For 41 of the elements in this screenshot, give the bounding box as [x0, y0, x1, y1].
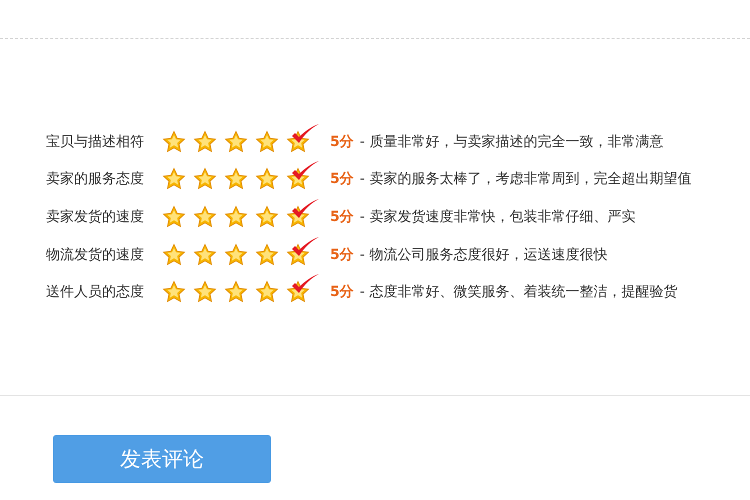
star-rating[interactable]	[162, 130, 310, 154]
star-rating[interactable]	[162, 280, 310, 304]
star-icon	[162, 167, 186, 192]
rating-label: 物流发货的速度	[46, 246, 145, 264]
star-icon	[193, 167, 217, 192]
star-icon	[224, 280, 248, 304]
rating-label: 宝贝与描述相符	[46, 132, 145, 151]
star-icon	[193, 242, 217, 267]
star-icon	[255, 280, 279, 304]
star-icon	[193, 280, 217, 304]
star-icon	[162, 204, 186, 229]
score-text: 5分	[330, 208, 354, 226]
star-icon	[224, 242, 248, 267]
rating-label: 卖家发货的速度	[46, 208, 145, 226]
star-icon	[255, 167, 279, 192]
rating-comment: - 物流公司服务态度很好，运送速度很快	[360, 246, 608, 264]
star-icon	[162, 130, 186, 154]
score-text: 5分	[330, 132, 354, 151]
star-icon	[255, 242, 279, 267]
rating-label: 卖家的服务态度	[46, 170, 145, 188]
score-text: 5分	[330, 283, 354, 302]
star-icon	[162, 242, 186, 267]
star-icon	[255, 204, 279, 229]
star-rating[interactable]	[162, 204, 310, 229]
submit-button[interactable]: 发表评论	[53, 435, 271, 483]
score-text: 5分	[330, 246, 354, 264]
star-icon	[224, 130, 248, 154]
star-icon	[255, 130, 279, 154]
star-icon	[224, 167, 248, 192]
rating-label: 送件人员的态度	[46, 283, 145, 302]
star-icon	[162, 280, 186, 304]
rating-comment: - 卖家发货速度非常快，包装非常仔细、严实	[360, 208, 636, 226]
star-icon	[193, 130, 217, 154]
rating-comment: - 质量非常好，与卖家描述的完全一致，非常满意	[360, 132, 664, 151]
star-icon	[224, 204, 248, 229]
star-icon	[193, 204, 217, 229]
rating-comment: - 卖家的服务太棒了，考虑非常周到，完全超出期望值	[360, 170, 692, 188]
star-rating[interactable]	[162, 242, 310, 267]
star-rating[interactable]	[162, 167, 310, 192]
rating-comment: - 态度非常好、微笑服务、着装统一整洁，提醒验货	[360, 283, 678, 302]
score-text: 5分	[330, 170, 354, 188]
